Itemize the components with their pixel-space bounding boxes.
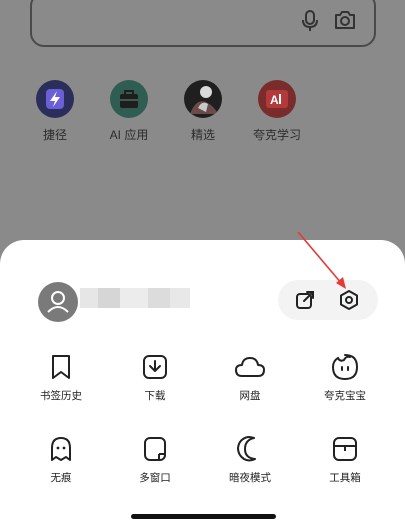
annotation-arrow-icon [297, 231, 346, 289]
